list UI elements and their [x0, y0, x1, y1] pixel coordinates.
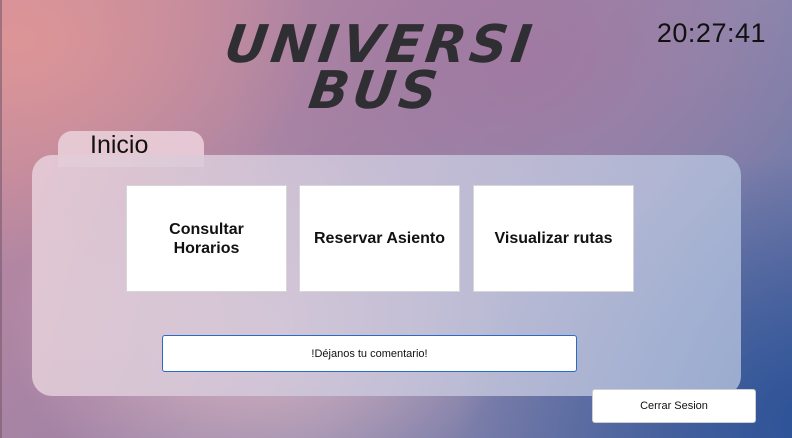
reservar-asiento-label: Reservar Asiento: [313, 230, 446, 247]
comment-button-label: !Déjanos tu comentario!: [311, 347, 428, 360]
clock-display: 20:27:41: [656, 18, 766, 48]
comment-button[interactable]: !Déjanos tu comentario!: [162, 335, 577, 372]
logout-button[interactable]: Cerrar Sesion: [592, 389, 756, 423]
visualizar-rutas-label: Visualizar rutas: [494, 230, 613, 247]
logout-button-label: Cerrar Sesion: [640, 400, 708, 412]
visualizar-rutas-button[interactable]: Visualizar rutas: [473, 185, 634, 292]
reservar-asiento-button[interactable]: Reservar Asiento: [299, 185, 460, 292]
app-logo: UNIVERSI BUS: [150, 15, 610, 121]
logo-line-2: BUS: [305, 61, 445, 121]
consultar-horarios-label: Consultar Horarios: [169, 220, 244, 257]
window-edge: [0, 0, 2, 438]
consultar-horarios-button[interactable]: Consultar Horarios: [126, 185, 287, 292]
